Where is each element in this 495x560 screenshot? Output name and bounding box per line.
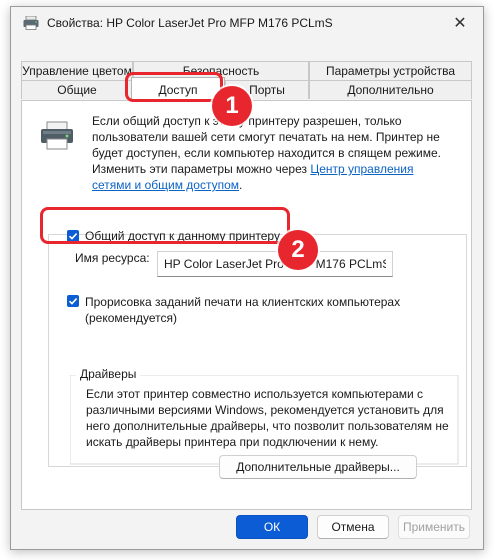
intro-line-5: сетями и общим доступом. bbox=[92, 177, 462, 193]
tab-general[interactable]: Общие bbox=[21, 80, 133, 99]
printer-icon bbox=[41, 121, 73, 150]
intro-line-4-prefix: Изменить эти параметры можно через bbox=[92, 162, 311, 176]
apply-button[interactable]: Применить bbox=[398, 515, 470, 539]
network-sharing-link[interactable]: сетями и общим доступом bbox=[92, 178, 239, 192]
tab-device-settings[interactable]: Параметры устройства bbox=[309, 61, 472, 80]
properties-dialog: Свойства: HP Color LaserJet Pro MFP M176… bbox=[10, 6, 484, 550]
ok-button[interactable]: ОК bbox=[236, 515, 308, 539]
drivers-group-title: Драйверы bbox=[78, 367, 139, 381]
cancel-button[interactable]: Отмена bbox=[317, 515, 389, 539]
annotation-highlight-share bbox=[40, 207, 290, 244]
annotation-marker-2: 2 bbox=[278, 230, 318, 270]
resource-name-label: Имя ресурса: bbox=[75, 251, 150, 265]
window-title: Свойства: HP Color LaserJet Pro MFP M176… bbox=[47, 16, 333, 30]
annotation-highlight-tab bbox=[125, 72, 223, 102]
intro-line-2: пользователи вашей сети смогут печатать … bbox=[92, 130, 440, 144]
tab-color-management[interactable]: Управление цветом bbox=[21, 61, 133, 80]
resource-name-input[interactable] bbox=[157, 251, 393, 277]
intro-line-4: Изменить эти параметры можно через Центр… bbox=[92, 161, 462, 177]
drivers-description: Если этот принтер совместно используется… bbox=[86, 387, 449, 449]
render-checkbox[interactable] bbox=[67, 295, 79, 307]
sharing-intro-text: Если общий доступ к этому принтеру разре… bbox=[92, 113, 462, 193]
printer-icon bbox=[23, 16, 39, 30]
title-bar: Свойства: HP Color LaserJet Pro MFP M176… bbox=[11, 7, 483, 39]
intro-line-3: будет доступен, если компьютер находится… bbox=[92, 146, 442, 160]
render-checkbox-label[interactable]: Прорисовка заданий печати на клиентских … bbox=[85, 294, 425, 326]
tab-row-back: Управление цветом Безопасность Параметры… bbox=[11, 61, 483, 81]
close-icon[interactable]: ✕ bbox=[437, 7, 483, 39]
checkmark-icon bbox=[68, 298, 78, 305]
intro-line-1: Если общий доступ к этому принтеру разре… bbox=[92, 114, 402, 128]
additional-drivers-button[interactable]: Дополнительные драйверы... bbox=[219, 455, 417, 479]
tab-advanced[interactable]: Дополнительно bbox=[309, 80, 472, 99]
intro-line-5-suffix: . bbox=[239, 178, 243, 192]
annotation-marker-1: 1 bbox=[212, 86, 252, 126]
network-center-link[interactable]: Центр управления bbox=[310, 162, 413, 176]
